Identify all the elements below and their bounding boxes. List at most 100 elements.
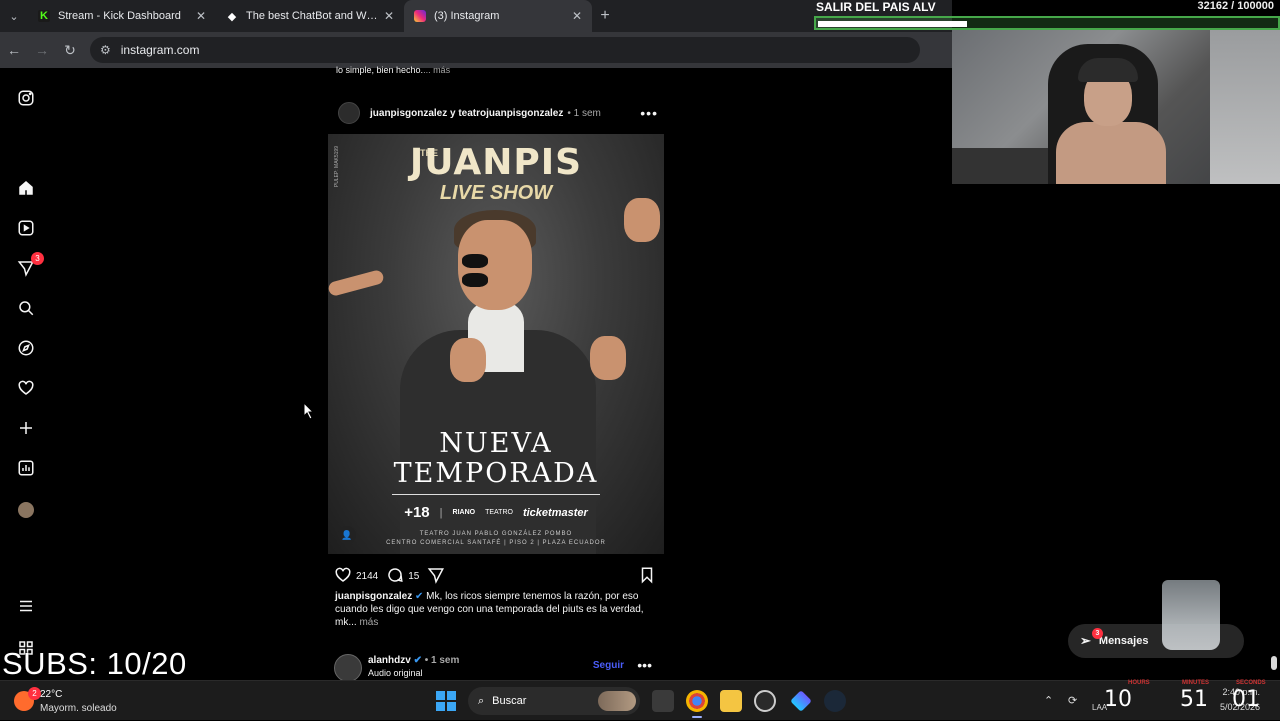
streamer-cap: [1078, 58, 1138, 82]
create-icon[interactable]: [16, 418, 36, 438]
caption-text: lo simple, bien hecho.: [336, 65, 424, 75]
instagram-logo-icon[interactable]: [16, 88, 36, 108]
dashboard-icon[interactable]: [16, 458, 36, 478]
tab-chatbot[interactable]: ◆ The best ChatBot and Widgets ✕: [216, 0, 404, 32]
chrome-icon[interactable]: [686, 690, 708, 718]
caption-author[interactable]: juanpisgonzalez: [335, 591, 412, 602]
weather-widget[interactable]: 2 22°C Mayorm. soleado: [14, 687, 154, 717]
notification-badge: 3: [31, 252, 44, 265]
sunglasses: [462, 254, 528, 287]
sponsor-riano: RIANO: [452, 509, 476, 516]
direct-icon[interactable]: 3: [16, 252, 44, 278]
post-actions: 2144 15: [334, 566, 660, 586]
menu-icon[interactable]: [16, 596, 36, 616]
tagged-user-icon[interactable]: 👤: [338, 526, 356, 544]
windows-taskbar: 2 22°C Mayorm. soleado ⌕ Buscar ⌃ ⟳ LAA …: [0, 680, 1280, 720]
like-count[interactable]: 2144: [356, 571, 378, 582]
verified-icon: ✔: [413, 655, 422, 666]
more-link[interactable]: ... más: [423, 65, 450, 75]
hand-right: [624, 198, 660, 242]
task-view-icon[interactable]: [652, 690, 674, 712]
steam-icon[interactable]: [824, 690, 846, 712]
venue-line2: CENTRO COMERCIAL SANTAFÉ | PISO 2 | PLAZ…: [386, 540, 606, 546]
audio-label[interactable]: Audio original: [368, 668, 423, 678]
post-caption: juanpisgonzalez ✔ Mk, los ricos siempre …: [335, 590, 655, 629]
tab-title: The best ChatBot and Widgets: [246, 10, 378, 22]
share-icon[interactable]: [427, 566, 445, 587]
poster-line2: TEMPORADA: [393, 458, 599, 489]
avatar[interactable]: [338, 102, 360, 124]
desk: [952, 148, 1062, 184]
reels-icon[interactable]: [16, 218, 36, 238]
new-tab-button[interactable]: +: [592, 0, 618, 32]
more-options-icon[interactable]: •••: [640, 105, 658, 121]
file-explorer-icon[interactable]: [720, 690, 742, 712]
search-placeholder: Buscar: [492, 695, 527, 707]
post-header: juanpisgonzalez y teatrojuanpisgonzalez …: [338, 102, 668, 124]
instagram-sidebar: 3: [0, 68, 52, 680]
close-icon[interactable]: ✕: [196, 9, 206, 23]
separator: |: [439, 506, 443, 519]
hours-unit: HOURS: [1128, 680, 1150, 686]
forward-button[interactable]: →: [28, 42, 56, 58]
wall-background: [1210, 30, 1280, 184]
home-icon[interactable]: [16, 178, 36, 198]
search-icon[interactable]: [16, 298, 36, 318]
reload-button[interactable]: ↻: [56, 42, 84, 59]
app-icon[interactable]: [790, 690, 812, 712]
instagram-icon: [414, 10, 426, 22]
chevron-up-icon[interactable]: ⌃: [1044, 694, 1053, 707]
sync-icon[interactable]: ⟳: [1068, 694, 1077, 707]
poster-venue: TEATRO JUAN PABLO GONZÁLEZ POMBO CENTRO …: [328, 530, 664, 548]
direct-icon: ➢: [1080, 633, 1091, 648]
timer-hours: 10: [1104, 687, 1132, 712]
kick-icon: K: [38, 10, 50, 22]
more-options-icon[interactable]: •••: [637, 657, 652, 673]
seconds-unit: SECONDS: [1236, 680, 1266, 686]
windows-start-icon[interactable]: [436, 691, 456, 711]
heart-icon[interactable]: [16, 378, 36, 398]
avatar[interactable]: [334, 654, 362, 682]
taskbar-search[interactable]: ⌕ Buscar: [468, 687, 640, 715]
poster-title: JUANPIS: [409, 142, 583, 183]
bookmark-icon[interactable]: [638, 566, 656, 587]
tab-kick-dashboard[interactable]: K Stream - Kick Dashboard ✕: [28, 0, 216, 32]
poster-subtitle: LIVE SHOW: [439, 182, 553, 204]
address-bar[interactable]: ⚙ instagram.com: [90, 37, 920, 63]
post-author[interactable]: juanpisgonzalez y teatrojuanpisgonzalez: [370, 108, 563, 119]
obs-icon[interactable]: [754, 690, 776, 712]
more-link[interactable]: más: [357, 617, 378, 628]
subathon-timer-overlay: HOURS MINUTES SECONDS 10 51 01: [1100, 680, 1280, 720]
goal-progress-fill: [818, 21, 967, 27]
weather-temp: 22°C: [40, 689, 63, 700]
follow-button[interactable]: Seguir: [593, 660, 624, 671]
previous-post-caption: lo simple, bien hecho.... más: [336, 65, 450, 75]
browser-tabbar: ⌄ K Stream - Kick Dashboard ✕ ◆ The best…: [0, 0, 952, 32]
url-text: instagram.com: [120, 43, 200, 57]
messages-label: Mensajes: [1098, 635, 1149, 647]
poster-divider: [392, 494, 600, 495]
back-button[interactable]: ←: [0, 42, 28, 58]
poster-line1: NUEVA: [439, 428, 553, 459]
poster-sponsors: +18 | RIANO TEATRO ticketmaster: [328, 504, 664, 521]
like-icon[interactable]: [334, 566, 352, 587]
subs-counter-overlay: SUBS: 10/20: [2, 646, 187, 681]
search-icon: ⌕: [478, 694, 485, 707]
comment-count[interactable]: 15: [408, 571, 419, 582]
author-name: alanhdzv: [368, 655, 411, 666]
post-time: • 1 sem: [424, 655, 460, 666]
tab-instagram[interactable]: (3) Instagram ✕: [404, 0, 592, 32]
tab-search-button[interactable]: ⌄: [0, 0, 28, 32]
post-author[interactable]: alanhdzv ✔ • 1 sem: [368, 655, 459, 666]
scroll-thumb[interactable]: [1271, 656, 1277, 670]
search-highlight-image: [598, 691, 636, 711]
explore-icon[interactable]: [16, 338, 36, 358]
browser-toolbar: ← → ↻ ⚙ instagram.com: [0, 32, 952, 68]
post-image[interactable]: PULEP: MAK5199 THE JUANPIS LIVE SHOW NUE…: [328, 134, 664, 554]
close-icon[interactable]: ✕: [572, 9, 582, 23]
comment-icon[interactable]: [386, 566, 404, 587]
profile-avatar[interactable]: [16, 500, 36, 520]
goal-label: SALIR DEL PAIS ALV: [816, 0, 936, 14]
site-info-icon[interactable]: ⚙: [100, 43, 111, 57]
close-icon[interactable]: ✕: [384, 9, 394, 23]
